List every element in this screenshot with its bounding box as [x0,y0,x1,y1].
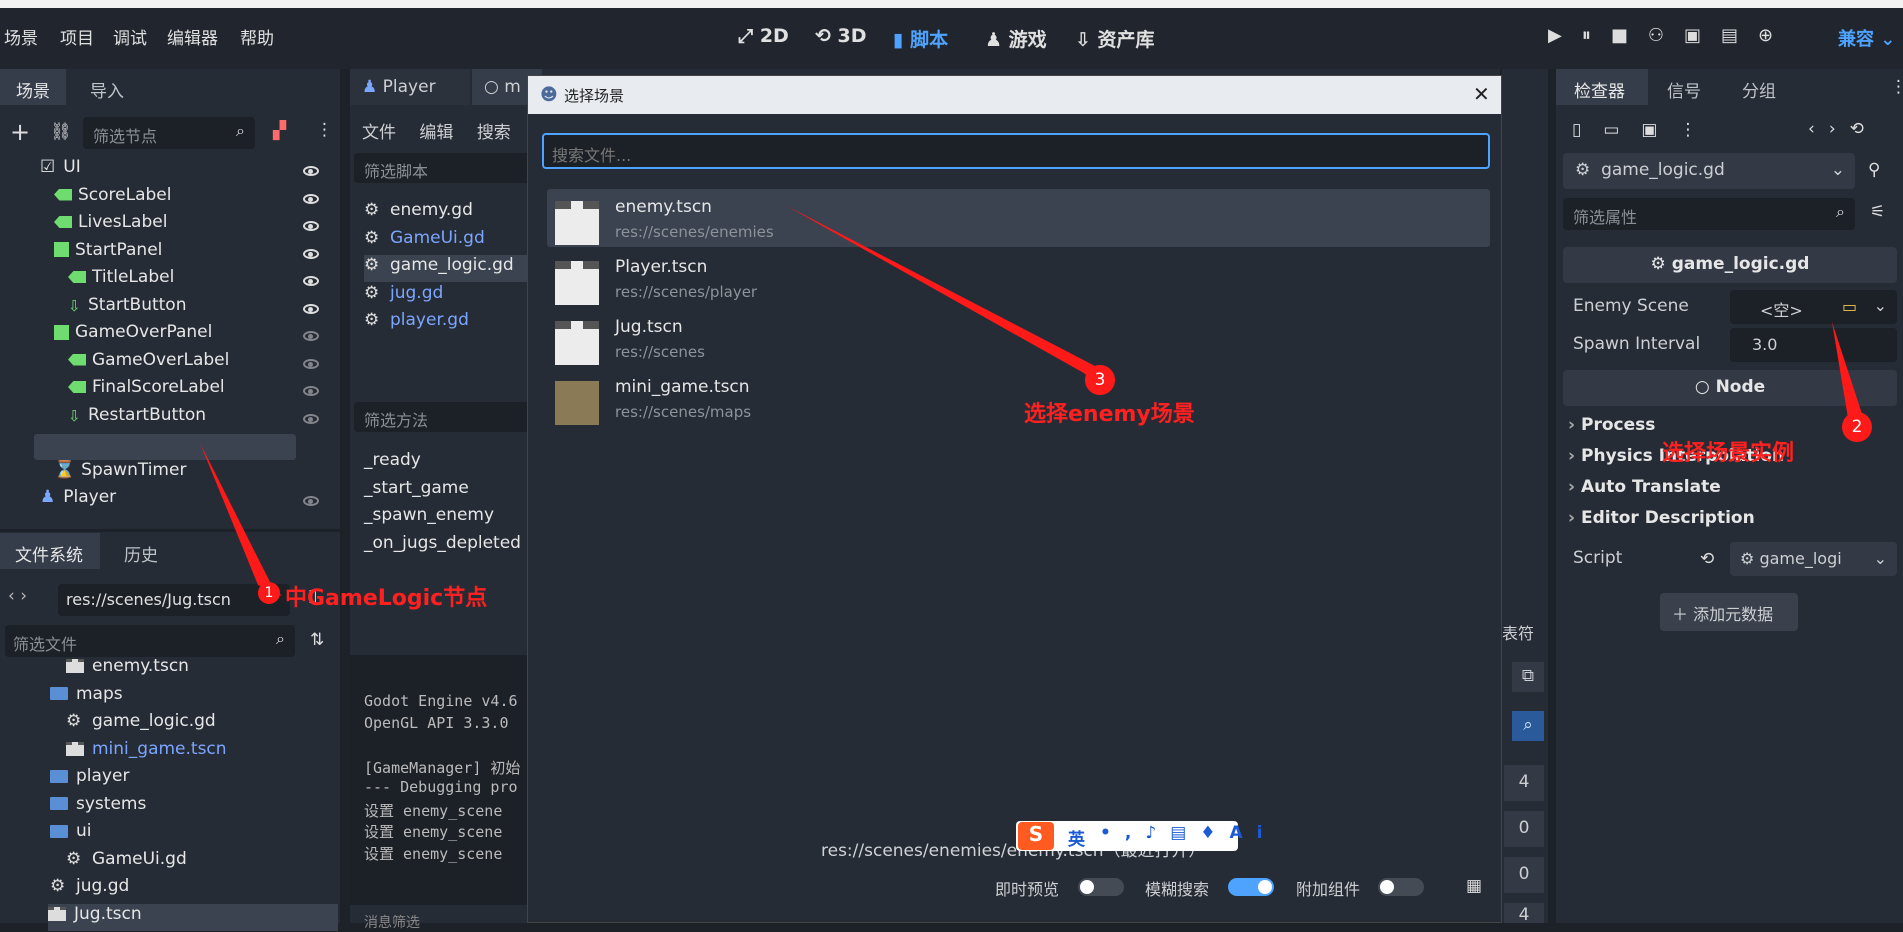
arrow-1 [200,443,282,596]
annotation-3: 选择enemy场景 [1024,402,1195,427]
annotation-1: 中GameLogic节点 [285,586,488,611]
annotation-arrows [200,205,1868,596]
annotation-badge-1: 1 [258,582,280,604]
annotation-badge-3: 3 [1085,365,1115,395]
annotation-badge-2: 2 [1842,412,1872,442]
arrow-3 [785,205,1104,386]
annotation-2: 选择场景实例 [1662,441,1795,466]
